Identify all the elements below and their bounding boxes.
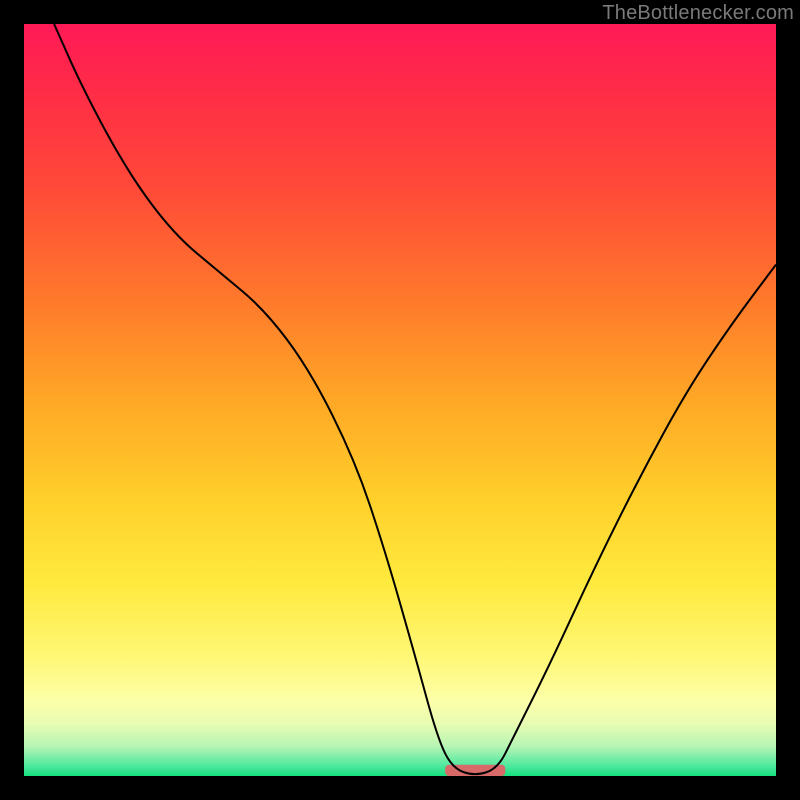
chart-overlay	[24, 24, 776, 776]
bottleneck-curve	[54, 24, 776, 774]
chart-frame	[24, 24, 776, 776]
watermark-text: TheBottlenecker.com	[602, 2, 794, 25]
